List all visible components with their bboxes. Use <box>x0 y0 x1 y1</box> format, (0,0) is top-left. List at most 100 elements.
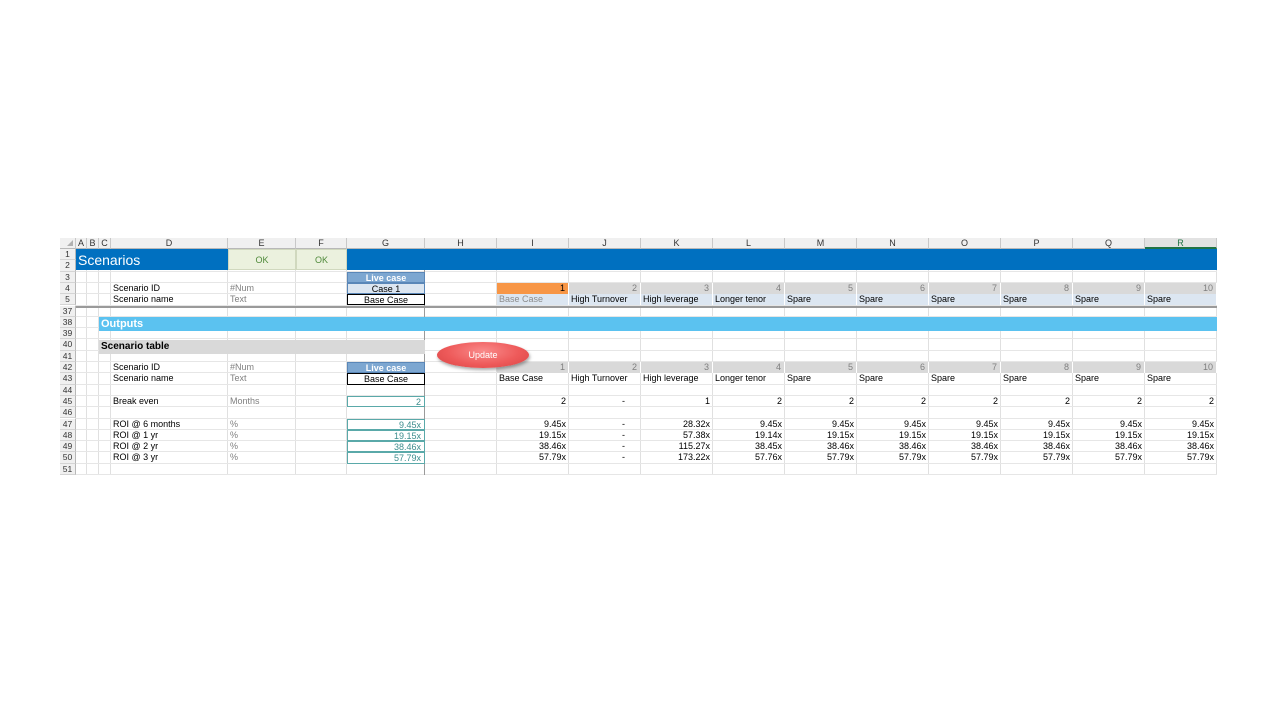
column-header-f[interactable]: F <box>296 238 347 249</box>
row-header-3[interactable]: 3 <box>60 271 76 283</box>
row-header-45[interactable]: 45 <box>60 395 76 408</box>
scenario-name-4[interactable]: Longer tenor <box>713 294 785 306</box>
breakeven-label: Break even <box>113 395 159 406</box>
table-scenario-name-label: Scenario name <box>113 373 174 384</box>
roi-value-4-9: 57.79x <box>1114 452 1142 463</box>
roi-unit-4: % <box>230 452 239 463</box>
column-header-r[interactable]: R <box>1145 238 1217 249</box>
column-header-o[interactable]: O <box>929 238 1001 249</box>
roi-value-2-7: 19.15x <box>970 429 998 440</box>
row-header-2[interactable]: 2 <box>60 260 76 272</box>
breakeven-value-3: 1 <box>704 395 710 406</box>
page-title: Scenarios <box>78 252 141 268</box>
roi-value-2-2: - <box>622 429 625 440</box>
roi-value-4-4: 57.76x <box>754 452 782 463</box>
live-case-id-input[interactable]: Case 1 <box>347 282 425 295</box>
roi-value-4-5: 57.79x <box>826 452 854 463</box>
column-header-q[interactable]: Q <box>1073 238 1145 249</box>
scenario-name-7[interactable]: Spare <box>929 294 1001 306</box>
table-scenario-id-2: 2 <box>569 362 641 374</box>
row-header-43[interactable]: 43 <box>60 373 76 385</box>
row-header-42[interactable]: 42 <box>60 362 76 374</box>
breakeven-value-6: 2 <box>920 395 926 406</box>
row-header-48[interactable]: 48 <box>60 429 76 442</box>
roi-value-1-4: 9.45x <box>759 418 782 429</box>
breakeven-value-5: 2 <box>848 395 854 406</box>
breakeven-value-4: 2 <box>776 395 782 406</box>
column-header-n[interactable]: N <box>857 238 929 249</box>
roi-value-1-3: 28.32x <box>682 418 710 429</box>
row-header-47[interactable]: 47 <box>60 418 76 430</box>
roi-value-3-9: 38.46x <box>1114 441 1142 452</box>
roi-value-2-9: 19.15x <box>1114 429 1142 440</box>
scenario-name-10[interactable]: Spare <box>1145 294 1217 306</box>
column-header-a[interactable]: A <box>76 238 87 249</box>
table-scenario-name-9: Spare <box>1075 373 1100 384</box>
row-header-41[interactable]: 41 <box>60 350 76 362</box>
select-all-corner[interactable] <box>60 238 76 249</box>
row-header-49[interactable]: 49 <box>60 441 76 453</box>
row-header-38[interactable]: 38 <box>60 316 76 329</box>
scenario-id-7: 7 <box>929 282 1001 295</box>
gridline-h <box>76 338 1217 340</box>
table-scenario-name-10: Spare <box>1147 373 1172 384</box>
roi-value-2-6: 19.15x <box>898 429 926 440</box>
column-header-g[interactable]: G <box>347 238 425 249</box>
scenario-id-5: 5 <box>785 282 857 295</box>
row-header-1[interactable]: 1 <box>60 249 76 261</box>
column-header-l[interactable]: L <box>713 238 785 249</box>
roi-value-1-1: 9.45x <box>543 418 566 429</box>
scenario-name-9[interactable]: Spare <box>1073 294 1145 306</box>
column-header-p[interactable]: P <box>1001 238 1073 249</box>
scenario-name-8[interactable]: Spare <box>1001 294 1073 306</box>
column-header-m[interactable]: M <box>785 238 857 249</box>
roi-live-2: 19.15x <box>347 429 425 442</box>
scenario-name-5[interactable]: Spare <box>785 294 857 306</box>
roi-value-2-3: 57.38x <box>682 429 710 440</box>
scenario-id-8: 8 <box>1001 282 1073 295</box>
column-header-k[interactable]: K <box>641 238 713 249</box>
roi-label-1: ROI @ 6 months <box>113 418 181 429</box>
column-header-d[interactable]: D <box>111 238 228 249</box>
scenario-name-1[interactable]: Base Case <box>497 294 569 306</box>
roi-value-3-4: 38.45x <box>754 441 782 452</box>
column-header-h[interactable]: H <box>425 238 497 249</box>
column-header-b[interactable]: B <box>87 238 99 249</box>
row-header-40[interactable]: 40 <box>60 339 76 351</box>
row-header-50[interactable]: 50 <box>60 452 76 464</box>
scenario-id-6: 6 <box>857 282 929 295</box>
row-header-37[interactable]: 37 <box>60 305 76 317</box>
column-header-j[interactable]: J <box>569 238 641 249</box>
table-num-unit: #Num <box>230 362 255 372</box>
table-scenario-name-6: Spare <box>859 373 884 384</box>
roi-value-1-10: 9.45x <box>1191 418 1214 429</box>
column-header-i[interactable]: I <box>497 238 569 249</box>
roi-value-4-7: 57.79x <box>970 452 998 463</box>
roi-value-1-8: 9.45x <box>1047 418 1070 429</box>
live-case-name: Base Case <box>347 294 425 306</box>
row-header-44[interactable]: 44 <box>60 384 76 396</box>
scenario-name-3[interactable]: High leverage <box>641 294 713 306</box>
freeze-divider <box>76 305 1217 308</box>
column-header-c[interactable]: C <box>99 238 111 249</box>
row-header-39[interactable]: 39 <box>60 328 76 340</box>
row-header-46[interactable]: 46 <box>60 407 76 419</box>
table-scenario-name-3: High leverage <box>643 373 699 384</box>
row-header-51[interactable]: 51 <box>60 463 76 475</box>
breakeven-value-10: 2 <box>1208 395 1214 406</box>
scenario-name-6[interactable]: Spare <box>857 294 929 306</box>
roi-live-3: 38.46x <box>347 441 425 453</box>
outputs-band <box>99 316 1217 332</box>
scenario-name-2[interactable]: High Turnover <box>569 294 641 306</box>
roi-live-4: 57.79x <box>347 452 425 464</box>
table-scenario-name-2: High Turnover <box>571 373 628 384</box>
row-header-4[interactable]: 4 <box>60 282 76 295</box>
table-scenario-id-7: 7 <box>929 362 1001 374</box>
column-header-e[interactable]: E <box>228 238 296 249</box>
table-scenario-name-7: Spare <box>931 373 956 384</box>
update-button[interactable]: Update <box>437 342 529 368</box>
roi-value-3-5: 38.46x <box>826 441 854 452</box>
row-header-5[interactable]: 5 <box>60 294 76 306</box>
scenario-id-2: 2 <box>569 282 641 295</box>
roi-value-1-7: 9.45x <box>975 418 998 429</box>
